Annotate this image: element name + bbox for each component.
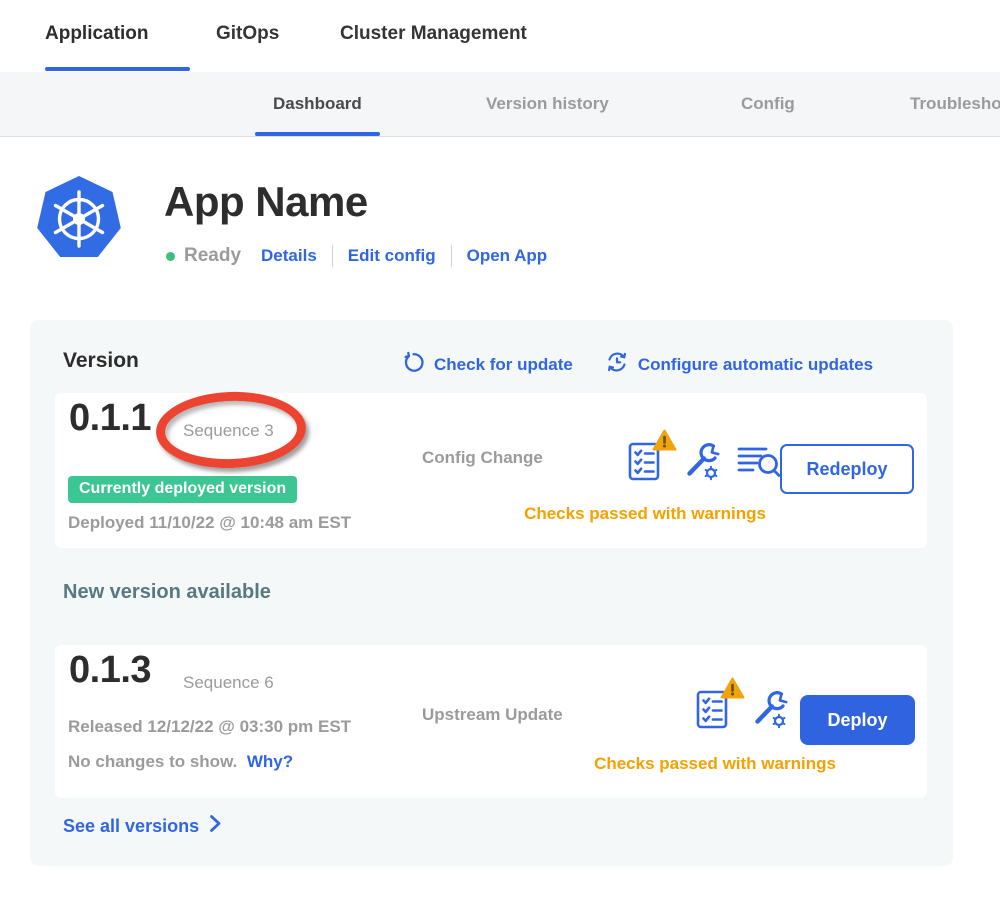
divider bbox=[332, 245, 333, 267]
details-link[interactable]: Details bbox=[261, 246, 317, 266]
available-version-number: 0.1.3 bbox=[69, 649, 151, 692]
tab-version-history[interactable]: Version history bbox=[468, 72, 627, 136]
open-app-link[interactable]: Open App bbox=[467, 246, 548, 266]
page-title: App Name bbox=[164, 178, 368, 226]
available-version-sequence: Sequence 6 bbox=[183, 673, 274, 693]
kubernetes-logo-icon bbox=[33, 172, 125, 264]
see-all-versions-link[interactable]: See all versions bbox=[63, 814, 222, 838]
currently-deployed-badge: Currently deployed version bbox=[68, 476, 297, 503]
check-for-update-label: Check for update bbox=[434, 355, 573, 375]
divider bbox=[451, 245, 452, 267]
sub-nav: Dashboard Version history Config Trouble… bbox=[0, 72, 1000, 137]
released-timestamp: Released 12/12/22 @ 03:30 pm EST bbox=[68, 717, 351, 737]
configure-automatic-updates-link[interactable]: Configure automatic updates bbox=[605, 350, 873, 379]
no-changes-line: No changes to show. Why? bbox=[68, 752, 293, 772]
current-version-checks-icons bbox=[625, 440, 782, 487]
deployed-timestamp: Deployed 11/10/22 @ 10:48 am EST bbox=[68, 513, 351, 533]
new-version-banner: New version available bbox=[63, 581, 271, 604]
refresh-icon bbox=[402, 351, 425, 379]
deploy-button[interactable]: Deploy bbox=[800, 695, 915, 745]
config-wrench-icon[interactable] bbox=[747, 688, 789, 735]
warning-triangle-icon bbox=[720, 677, 745, 704]
configure-automatic-updates-label: Configure automatic updates bbox=[638, 355, 873, 375]
version-source-label: Config Change bbox=[422, 448, 543, 468]
edit-config-link[interactable]: Edit config bbox=[348, 246, 436, 266]
tab-config[interactable]: Config bbox=[723, 72, 813, 136]
config-wrench-icon[interactable] bbox=[679, 440, 721, 487]
available-version-checks-icons bbox=[693, 688, 789, 735]
tab-dashboard[interactable]: Dashboard bbox=[255, 72, 380, 136]
app-status-row: Ready Details Edit config Open App bbox=[166, 243, 547, 269]
version-panel-actions: Check for update Configure automatic upd… bbox=[402, 350, 873, 379]
version-panel: Version Check for update bbox=[30, 320, 953, 866]
no-changes-text: No changes to show. bbox=[68, 752, 237, 771]
chevron-right-icon bbox=[209, 814, 222, 838]
see-all-versions-label: See all versions bbox=[63, 816, 199, 837]
why-link[interactable]: Why? bbox=[247, 752, 293, 771]
top-nav: Application GitOps Cluster Management bbox=[0, 0, 1000, 72]
ready-status-dot-icon bbox=[166, 252, 175, 261]
version-panel-title: Version bbox=[63, 349, 139, 373]
clock-refresh-icon bbox=[605, 350, 629, 379]
version-source-label: Upstream Update bbox=[422, 705, 563, 725]
topnav-item-application[interactable]: Application bbox=[45, 23, 148, 45]
topnav-item-cluster-management[interactable]: Cluster Management bbox=[340, 23, 527, 45]
redeploy-button[interactable]: Redeploy bbox=[780, 444, 914, 494]
current-version-card: 0.1.1 Sequence 3 Currently deployed vers… bbox=[55, 393, 927, 548]
ready-status-label: Ready bbox=[184, 245, 241, 267]
check-for-update-link[interactable]: Check for update bbox=[402, 351, 573, 379]
available-version-card: 0.1.3 Sequence 6 Released 12/12/22 @ 03:… bbox=[55, 645, 927, 798]
tab-troubleshoot[interactable]: Troubleshoot bbox=[892, 72, 1000, 136]
app-dashboard-screen: Application GitOps Cluster Management Da… bbox=[0, 0, 1000, 898]
current-version-number: 0.1.1 bbox=[69, 397, 151, 440]
warning-triangle-icon bbox=[652, 429, 677, 456]
preflight-checklist-icon[interactable] bbox=[693, 688, 732, 735]
checks-status-text: Checks passed with warnings bbox=[510, 754, 920, 774]
current-version-sequence: Sequence 3 bbox=[183, 421, 274, 441]
active-tab-underline bbox=[45, 67, 190, 71]
preflight-checklist-icon[interactable] bbox=[625, 440, 664, 487]
view-files-icon[interactable] bbox=[736, 442, 782, 485]
checks-status-text: Checks passed with warnings bbox=[440, 504, 850, 524]
topnav-item-gitops[interactable]: GitOps bbox=[216, 23, 279, 45]
